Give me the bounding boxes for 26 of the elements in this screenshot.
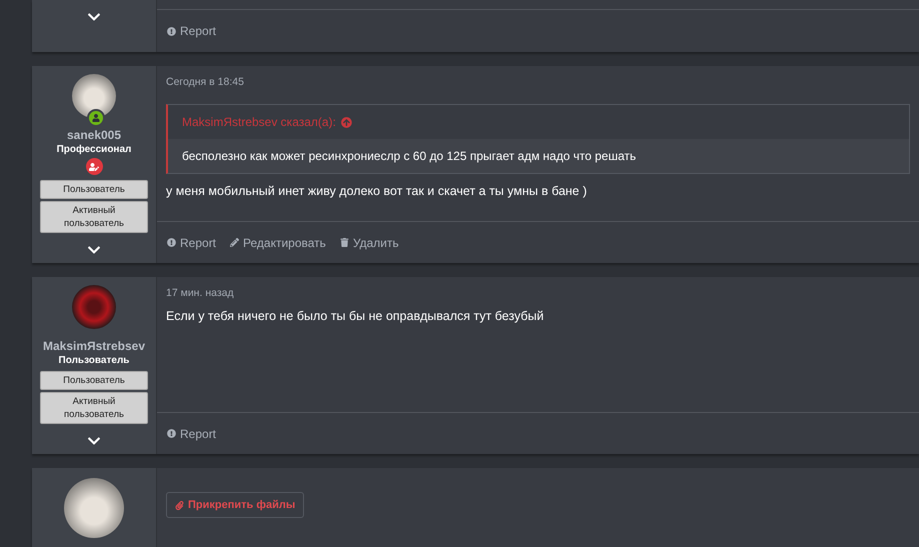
message-text: у меня мобильный инет живу долеко вот так и скачет а ты умны в бане ) (166, 184, 588, 198)
user-banner: Пользователь (40, 180, 148, 199)
paperclip-icon (175, 500, 184, 510)
pencil-icon (230, 238, 240, 247)
trash-icon (340, 238, 349, 247)
report-icon (167, 429, 176, 438)
message-text: Если у тебя ничего не было ты бы не оправдывался тут безубый (166, 309, 545, 323)
report-link[interactable]: Report (167, 24, 216, 38)
delete-link[interactable]: Удалить (340, 236, 399, 250)
report-link[interactable]: Report (167, 426, 216, 440)
avatar-photo-placeholder[interactable] (72, 74, 116, 118)
post-time[interactable]: Сегодня в 18:45 (166, 76, 910, 88)
report-link[interactable]: Report (167, 236, 216, 250)
username[interactable]: MaksimЯstrebsev (42, 339, 145, 353)
post-time[interactable]: 17 мин. назад (166, 287, 910, 299)
user-banner: Пользователь (40, 371, 148, 390)
user-title: Профессионал (56, 144, 132, 155)
username[interactable]: sanek005 (66, 128, 122, 142)
attach-files-button[interactable]: Прикрепить файлы (166, 492, 304, 518)
user-title: Пользователь (58, 355, 130, 366)
report-icon (167, 238, 176, 247)
report-icon (167, 26, 176, 36)
user-banner: Активный пользователь (40, 392, 148, 424)
quote-text: бесполезно как может ресинхрониеслр с 60 до 125 прыгает адм надо что решать (168, 139, 909, 173)
user-banner: Активный пользователь (40, 201, 148, 233)
edit-link[interactable]: Редактировать (230, 236, 326, 250)
